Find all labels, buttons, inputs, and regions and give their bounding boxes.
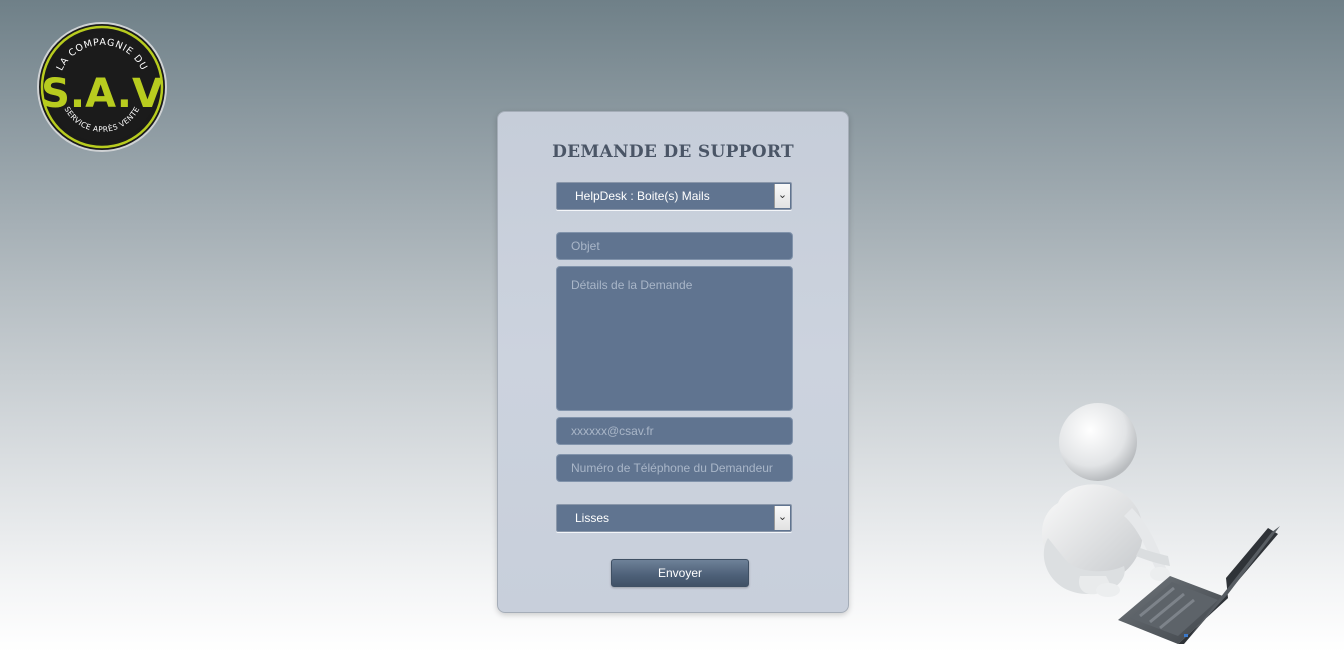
person-laptop-illustration xyxy=(1041,403,1280,644)
site-select-value: Lisses xyxy=(575,511,610,525)
phone-input-placeholder: Numéro de Téléphone du Demandeur xyxy=(571,461,773,475)
company-logo: LA COMPAGNIE DU S.A.V SERVICE APRÈS VENT… xyxy=(37,22,167,152)
site-select[interactable]: Lisses ⌄ xyxy=(556,504,792,532)
email-input[interactable]: xxxxxx@csav.fr xyxy=(556,417,793,445)
details-textarea[interactable]: Détails de la Demande xyxy=(556,266,793,411)
category-select[interactable]: HelpDesk : Boite(s) Mails ⌄ xyxy=(556,182,792,210)
object-input-placeholder: Objet xyxy=(571,239,600,253)
svg-text:S.A.V: S.A.V xyxy=(41,71,163,117)
category-select-value: HelpDesk : Boite(s) Mails xyxy=(575,189,710,203)
email-input-placeholder: xxxxxx@csav.fr xyxy=(571,424,654,438)
chevron-down-icon[interactable]: ⌄ xyxy=(774,506,790,530)
object-input[interactable]: Objet xyxy=(556,232,793,260)
details-textarea-placeholder: Détails de la Demande xyxy=(571,278,693,292)
phone-input[interactable]: Numéro de Téléphone du Demandeur xyxy=(556,454,793,482)
submit-button[interactable]: Envoyer xyxy=(611,559,749,587)
support-form-card: DEMANDE DE SUPPORT HelpDesk : Boite(s) M… xyxy=(497,111,849,613)
form-title: DEMANDE DE SUPPORT xyxy=(552,142,794,162)
chevron-down-icon[interactable]: ⌄ xyxy=(774,184,790,208)
